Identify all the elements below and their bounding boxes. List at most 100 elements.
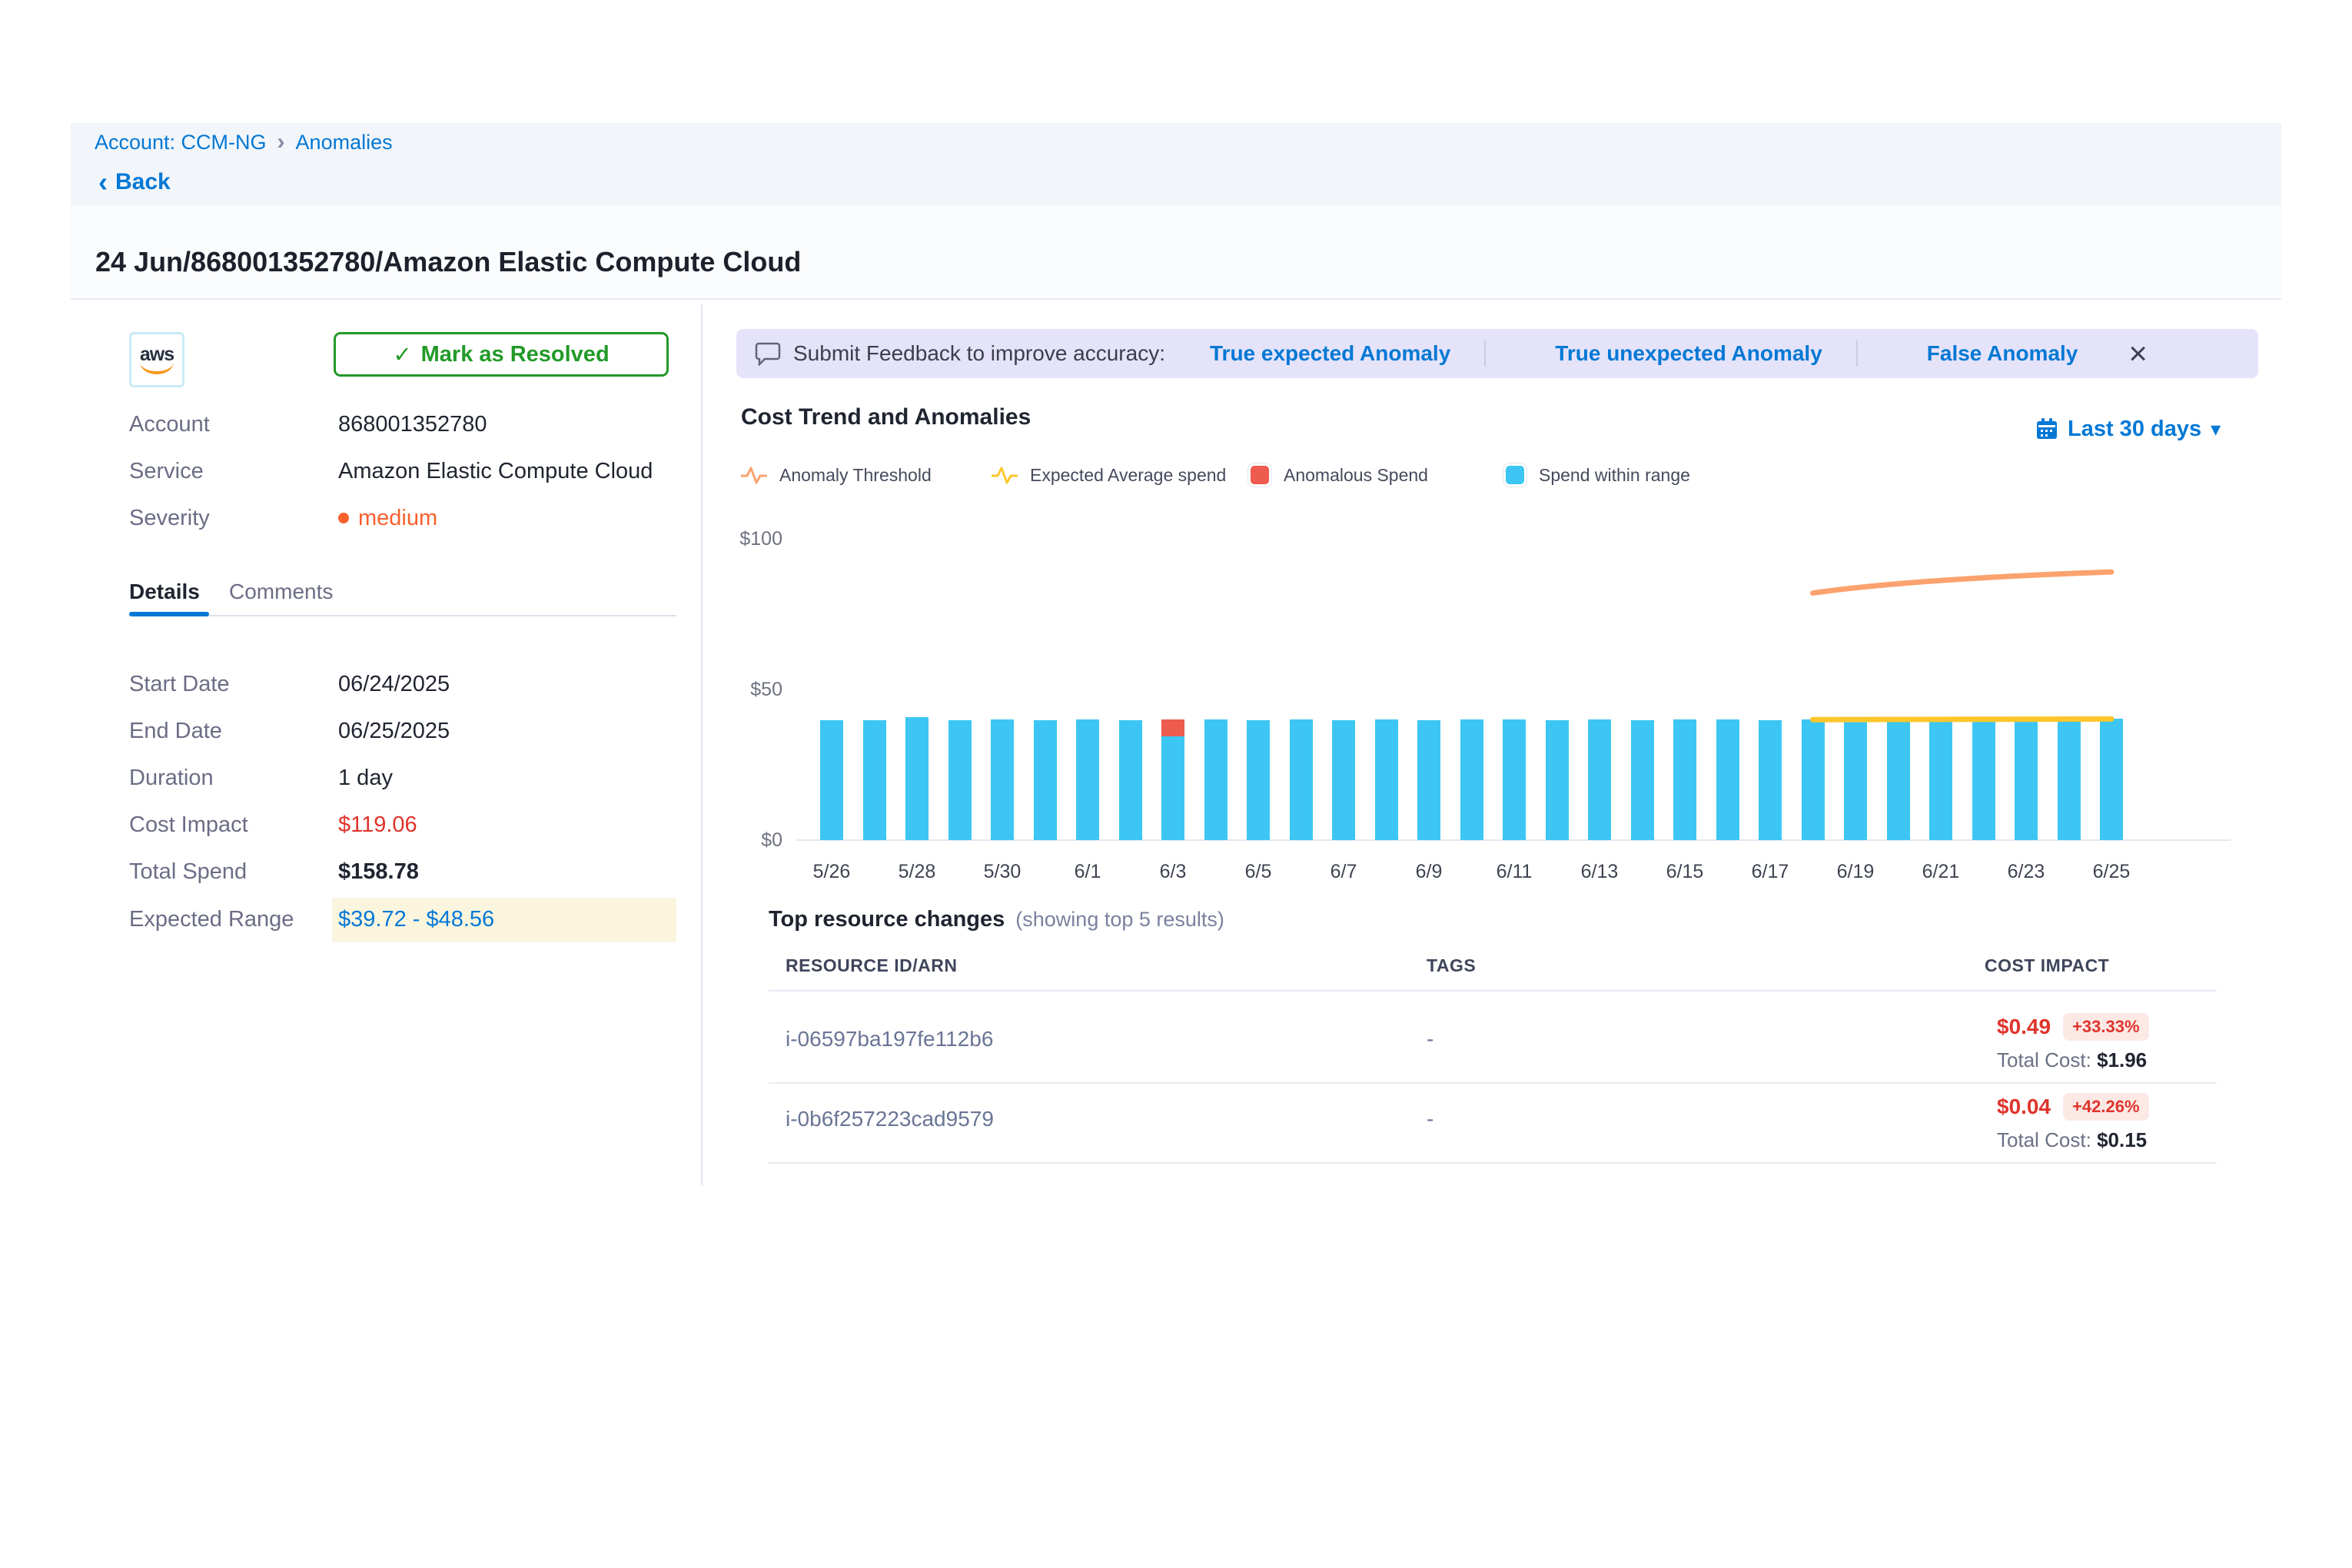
cost-impact-amount: $0.49 — [1997, 1015, 2051, 1039]
tab-comments[interactable]: Comments — [229, 576, 333, 607]
bar-spend-within-range — [948, 720, 972, 840]
x-axis-label: 6/11 — [1483, 861, 1545, 883]
duration-label: Duration — [129, 764, 329, 792]
feedback-true-expected[interactable]: True expected Anomaly — [1210, 341, 1450, 366]
bar-spend-within-range — [1929, 719, 1952, 840]
x-axis-label: 5/30 — [972, 861, 1033, 883]
end-date-label: End Date — [129, 717, 329, 745]
x-axis-label: 6/23 — [1995, 861, 2057, 883]
total-spend-label: Total Spend — [129, 858, 329, 885]
bar-spend-within-range — [1972, 719, 1995, 840]
bar-spend-within-range — [1375, 719, 1398, 840]
page-title: 24 Jun/868001352780/Amazon Elastic Compu… — [95, 246, 801, 278]
back-label: Back — [115, 169, 171, 195]
breadcrumb-separator-icon: › — [277, 129, 285, 155]
expected-range-value: $39.72 - $48.56 — [338, 905, 494, 933]
chat-bubble-icon — [755, 341, 781, 366]
table-title-row: Top resource changes (showing top 5 resu… — [769, 907, 1224, 932]
legend-label: Anomaly Threshold — [779, 465, 932, 486]
y-axis-label: $0 — [698, 829, 782, 852]
anomaly-detail-page: Account: CCM-NG › Anomalies ‹ Back 24 Ju… — [0, 0, 2352, 1568]
bar-spend-within-range — [1034, 720, 1057, 840]
y-axis-label: $100 — [698, 527, 782, 550]
mark-as-resolved-button[interactable]: ✓ Mark as Resolved — [334, 332, 669, 377]
breadcrumb-account-link[interactable]: Account: CCM-NG — [95, 131, 267, 154]
bar-spend-within-range — [1417, 720, 1440, 840]
bar-spend-within-range — [820, 720, 843, 840]
bar-spend-within-range — [863, 720, 886, 840]
severity-text: medium — [358, 504, 437, 532]
bar-spend-within-range — [2015, 719, 2038, 840]
tab-details[interactable]: Details — [129, 576, 200, 607]
close-icon[interactable]: × — [2128, 342, 2148, 365]
severity-value: medium — [338, 504, 437, 532]
bar-spend-within-range — [1631, 720, 1654, 840]
bar-spend-within-range — [1161, 736, 1184, 840]
col-header-resource: RESOURCE ID/ARN — [786, 953, 957, 978]
chevron-down-icon: ▾ — [2211, 417, 2221, 441]
account-value: 868001352780 — [338, 410, 487, 438]
x-axis-label: 6/7 — [1313, 861, 1374, 883]
bar-anomalous-spend — [1161, 719, 1184, 736]
aws-word: aws — [140, 345, 174, 364]
bar-spend-within-range — [1844, 719, 1867, 840]
aws-provider-icon: aws — [129, 332, 184, 387]
chart-title: Cost Trend and Anomalies — [741, 404, 1031, 430]
anomaly-threshold-line — [1813, 572, 2112, 593]
back-button[interactable]: ‹ Back — [98, 168, 171, 197]
bar-spend-within-range — [2100, 719, 2123, 840]
cost-impact-amount: $0.04 — [1997, 1095, 2051, 1119]
severity-label: Severity — [129, 504, 329, 532]
start-date-value: 06/24/2025 — [338, 670, 450, 698]
x-axis-label: 6/17 — [1739, 861, 1801, 883]
cost-impact-value: $119.06 — [338, 811, 417, 839]
x-axis-label: 5/28 — [886, 861, 948, 883]
tab-divider — [129, 615, 676, 616]
x-axis-label: 6/15 — [1654, 861, 1716, 883]
date-range-picker[interactable]: Last 30 days ▾ — [2035, 415, 2221, 443]
duration-value: 1 day — [338, 764, 393, 792]
back-chevron-icon: ‹ — [98, 171, 108, 194]
range-label: Last 30 days — [2068, 417, 2201, 442]
legend-spend-within-range[interactable]: Spend within range — [1503, 461, 1690, 489]
bar-spend-within-range — [1247, 720, 1270, 840]
resource-id: i-06597ba197fe112b6 — [786, 1025, 993, 1053]
bar-spend-within-range — [1759, 720, 1782, 840]
feedback-prompt: Submit Feedback to improve accuracy: — [793, 341, 1165, 366]
bar-spend-within-range — [1887, 719, 1910, 840]
cost-impact-cell: $0.04 +42.26% — [1997, 1093, 2149, 1121]
bar-spend-within-range — [1673, 719, 1696, 840]
legend-label: Expected Average spend — [1030, 465, 1226, 486]
aws-smile-icon — [140, 362, 174, 374]
legend-anomaly-threshold[interactable]: Anomaly Threshold — [741, 461, 932, 489]
change-percent-badge: +42.26% — [2063, 1093, 2148, 1121]
table-divider — [769, 1082, 2217, 1084]
bar-spend-within-range — [1290, 719, 1313, 840]
x-axis-label: 6/21 — [1910, 861, 1972, 883]
bar-spend-within-range — [1716, 719, 1739, 840]
account-label: Account — [129, 410, 329, 438]
active-tab-underline — [129, 612, 209, 616]
panel-divider — [701, 304, 703, 1185]
legend-anomalous-spend[interactable]: Anomalous Spend — [1248, 461, 1428, 489]
red-square-icon — [1248, 463, 1271, 487]
pulse-line-icon — [992, 463, 1018, 487]
bar-spend-within-range — [1119, 720, 1142, 840]
feedback-true-unexpected[interactable]: True unexpected Anomaly — [1555, 341, 1822, 366]
breadcrumb-anomalies-link[interactable]: Anomalies — [296, 131, 393, 154]
x-axis-label: 6/5 — [1227, 861, 1289, 883]
cost-impact-cell: $0.49 +33.33% — [1997, 1013, 2149, 1041]
bar-spend-within-range — [2058, 719, 2081, 840]
tags-value: - — [1427, 1105, 1433, 1133]
pulse-line-icon — [741, 463, 767, 487]
feedback-false-anomaly[interactable]: False Anomaly — [1927, 341, 2078, 366]
cost-impact-label: Cost Impact — [129, 811, 329, 839]
service-value: Amazon Elastic Compute Cloud — [338, 457, 653, 485]
resource-id: i-0b6f257223cad9579 — [786, 1105, 994, 1133]
table-divider — [769, 1162, 2217, 1164]
table-title: Top resource changes — [769, 907, 1005, 932]
legend-expected-average[interactable]: Expected Average spend — [992, 461, 1226, 489]
table-divider — [769, 990, 2217, 992]
legend-label: Spend within range — [1539, 465, 1690, 486]
bar-spend-within-range — [1332, 720, 1355, 840]
